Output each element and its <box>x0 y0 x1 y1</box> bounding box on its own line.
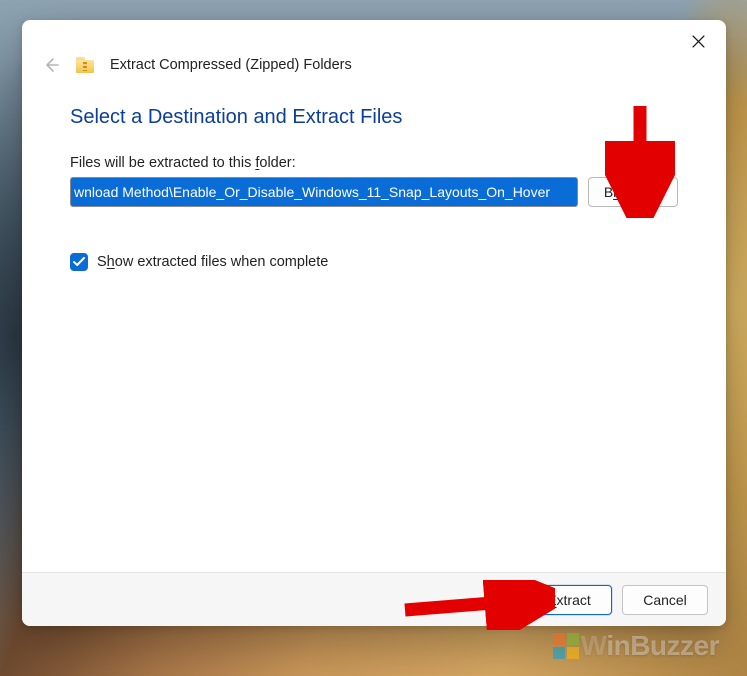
browse-button[interactable]: Browse... <box>588 177 678 207</box>
dialog-content: Select a Destination and Extract Files F… <box>22 88 726 572</box>
path-input-value: wnload Method\Enable_Or_Disable_Windows_… <box>73 181 551 203</box>
extract-button[interactable]: Extract <box>526 585 612 615</box>
wizard-header: Extract Compressed (Zipped) Folders <box>22 56 726 88</box>
back-button[interactable] <box>42 56 60 74</box>
path-field-label: Files will be extracted to this folder: <box>70 155 678 171</box>
wizard-title: Extract Compressed (Zipped) Folders <box>110 57 352 73</box>
close-icon <box>692 35 705 48</box>
destination-path-input[interactable]: wnload Method\Enable_Or_Disable_Windows_… <box>70 177 578 207</box>
close-button[interactable] <box>682 25 714 57</box>
arrow-left-icon <box>43 57 59 73</box>
show-files-label: Show extracted files when complete <box>97 254 328 270</box>
extract-wizard-dialog: Extract Compressed (Zipped) Folders Sele… <box>22 20 726 626</box>
show-files-checkbox[interactable] <box>70 253 88 271</box>
dialog-footer: Extract Cancel <box>22 572 726 626</box>
cancel-button[interactable]: Cancel <box>622 585 708 615</box>
path-row: wnload Method\Enable_Or_Disable_Windows_… <box>70 177 678 207</box>
show-files-checkbox-row: Show extracted files when complete <box>70 253 678 271</box>
checkmark-icon <box>73 257 85 267</box>
page-heading: Select a Destination and Extract Files <box>70 106 678 129</box>
zip-folder-icon <box>76 57 94 73</box>
